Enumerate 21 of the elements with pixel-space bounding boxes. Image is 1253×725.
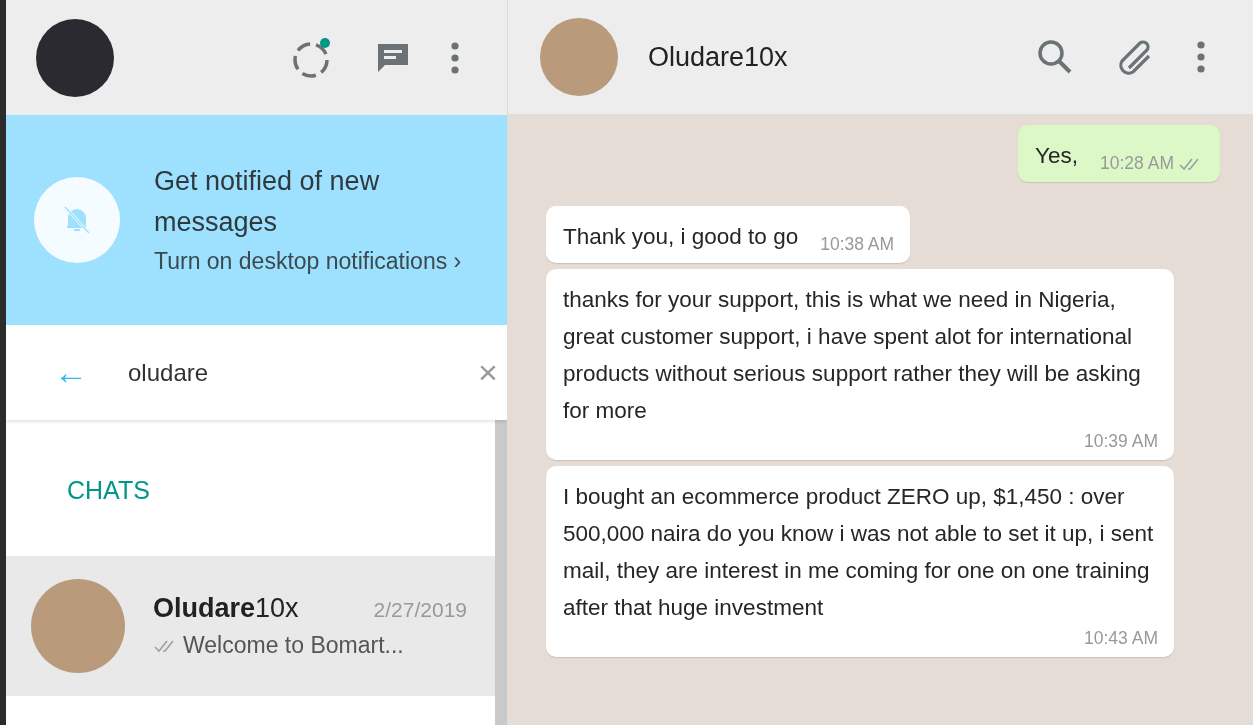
contact-name: Oludare10x <box>648 41 789 73</box>
message-time: 10:28 AM <box>1100 153 1174 174</box>
message-text: Thank you, i good to go <box>563 223 799 251</box>
search-icon[interactable] <box>1037 39 1073 75</box>
section-label: CHATS <box>66 475 150 500</box>
chat-list-item[interactable]: Oludare10x 2/27/2019 Welcome to Bomart... <box>6 556 495 696</box>
message-time: 10:43 AM <box>1084 628 1158 649</box>
message-text: I bought an ecommerce product ZERO up, $1,450 : over 500,000 naira do you know i was not able to set it up, i sent mail, they are interest in me coming for one on one training after that huge investment <box>563 483 1155 622</box>
menu-icon[interactable] <box>451 41 459 74</box>
chat-preview: Welcome to Bomart... <box>183 632 404 659</box>
notifications-link[interactable]: Turn on desktop notifications › <box>154 242 479 280</box>
message-text: thanks for your support, this is what we need in Nigeria, great customer support, i have spent alot for international products without serious support rather they will be asking for more <box>563 286 1142 425</box>
chat-date: 2/27/2019 <box>373 598 467 622</box>
banner-title: Get notified of new messages <box>154 164 381 239</box>
search-field[interactable]: oludare <box>126 357 440 388</box>
message-time: 10:38 AM <box>820 234 895 255</box>
message-time: 10:39 AM <box>1084 431 1158 452</box>
scrollbar[interactable] <box>495 420 507 725</box>
menu-icon[interactable] <box>1197 41 1205 73</box>
chat-name: Oludare10x <box>153 593 299 624</box>
message-text: Yes, <box>1035 142 1079 170</box>
